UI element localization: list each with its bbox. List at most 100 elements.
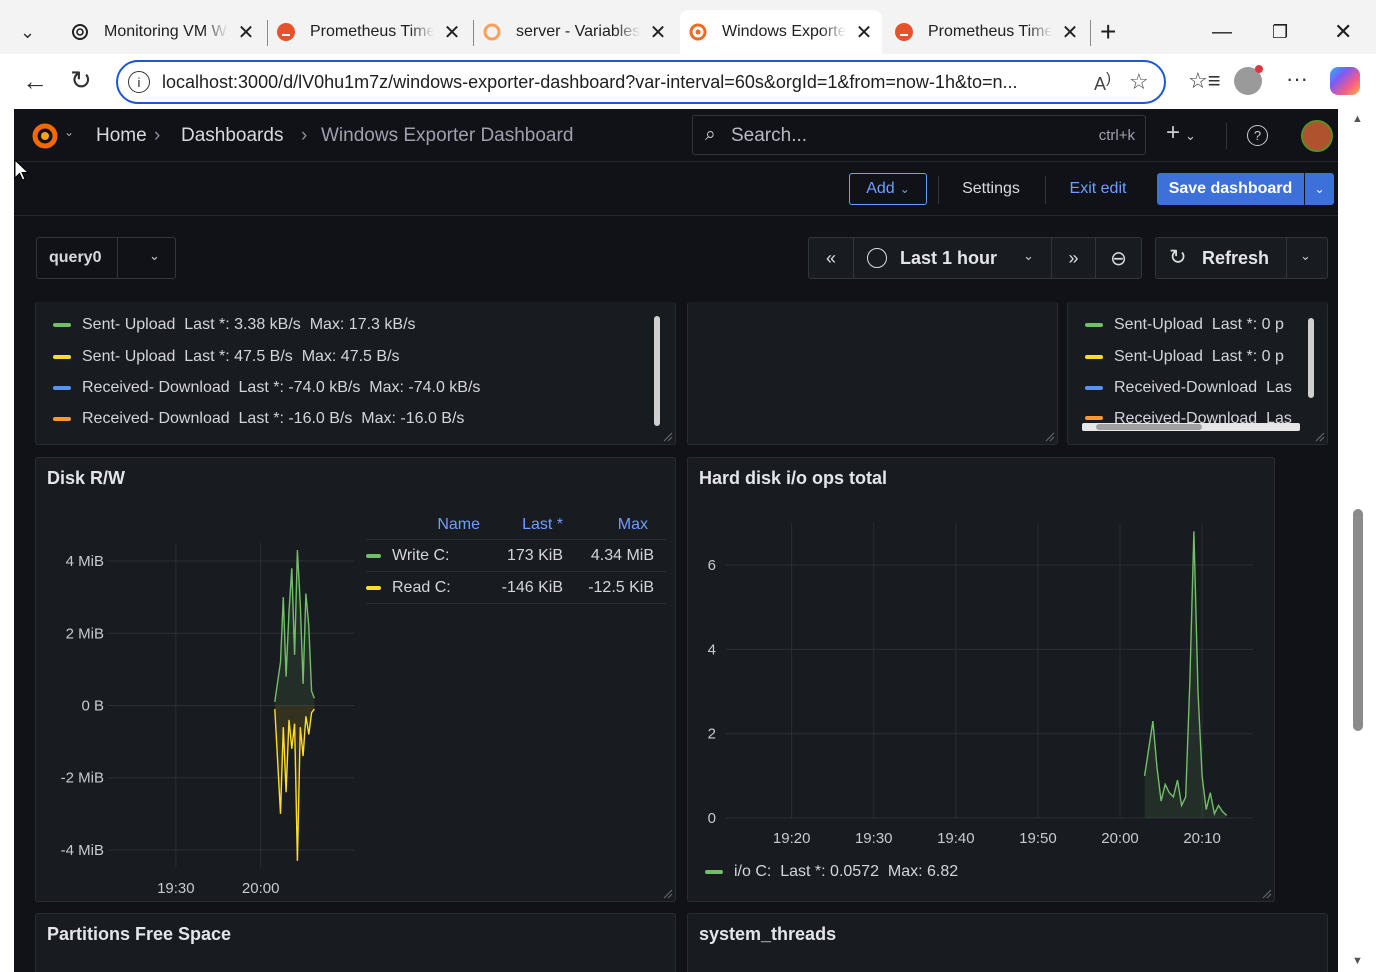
- legend-item[interactable]: Received-Download Las: [1085, 410, 1292, 424]
- profile-alert-dot: [1255, 65, 1263, 73]
- panel-resize-handle[interactable]: [661, 430, 673, 442]
- read-aloud-icon[interactable]: A): [1094, 70, 1111, 95]
- zoom-out-icon[interactable]: ⊖: [1096, 238, 1141, 278]
- minimize-icon: —: [1212, 20, 1232, 43]
- hdd-ops-panel: Hard disk i/o ops total 6 4 2 0 19:20 19:30 19…: [687, 457, 1275, 902]
- legend-item[interactable]: Sent- Upload Last *: 3.38 kB/s Max: 17.3…: [53, 316, 416, 334]
- time-forward-button[interactable]: »: [1051, 238, 1096, 278]
- time-back-button[interactable]: «: [809, 238, 854, 278]
- restore-button[interactable]: ❐: [1272, 10, 1288, 54]
- refresh-controls: ↻ Refresh ⌄: [1155, 237, 1328, 279]
- copilot-icon[interactable]: [1330, 67, 1360, 95]
- user-avatar[interactable]: [1301, 120, 1333, 152]
- breadcrumb-home[interactable]: Home: [96, 125, 147, 147]
- tab-monitoring-vm[interactable]: Monitoring VM Windows ✕: [70, 10, 256, 54]
- back-icon[interactable]: ←: [22, 66, 48, 97]
- panel-resize-handle[interactable]: [1043, 430, 1055, 442]
- col-header-max[interactable]: Max: [563, 516, 648, 534]
- new-tab-button[interactable]: +: [1100, 10, 1116, 54]
- save-options-button[interactable]: ⌄: [1305, 173, 1334, 205]
- x-tick-label: 20:00: [1101, 830, 1139, 847]
- save-dashboard-button[interactable]: Save dashboard: [1157, 173, 1304, 205]
- close-icon[interactable]: ✕: [854, 20, 874, 45]
- favorite-star-icon[interactable]: ☆: [1129, 69, 1149, 95]
- help-icon[interactable]: ?: [1247, 125, 1268, 146]
- page-scrollbar[interactable]: ▲ ▼: [1338, 109, 1374, 972]
- panel-title[interactable]: system_threads: [699, 924, 836, 945]
- legend-item[interactable]: Received- Download Last *: -74.0 kB/s Ma…: [53, 379, 480, 397]
- favorites-icon[interactable]: ☆≡: [1188, 68, 1221, 94]
- refresh-interval-dropdown[interactable]: ⌄: [1300, 248, 1311, 264]
- tab-server-variables[interactable]: server - Variables ✕: [482, 10, 668, 54]
- y-tick-label: 0: [708, 810, 716, 827]
- search-input[interactable]: ⌕ Search... ctrl+k: [692, 115, 1146, 155]
- legend-hscroll-thumb[interactable]: [1096, 424, 1202, 430]
- scroll-up-icon[interactable]: ▲: [1352, 113, 1363, 125]
- scroll-down-icon[interactable]: ▼: [1352, 955, 1363, 967]
- close-icon[interactable]: ✕: [648, 20, 668, 45]
- more-icon[interactable]: ···: [1286, 66, 1308, 92]
- legend-item[interactable]: i/o C: Last *: 0.0572 Max: 6.82: [705, 863, 958, 881]
- panel-title[interactable]: Disk R/W: [47, 468, 125, 489]
- close-icon[interactable]: ✕: [236, 20, 256, 45]
- system-threads-panel: system_threads: [687, 913, 1328, 972]
- mouse-cursor-icon: [14, 159, 30, 181]
- legend-item[interactable]: Received-Download Las: [1085, 379, 1292, 397]
- hdd-ops-chart[interactable]: 6 4 2 0 19:20 19:30 19:40 19:50 20:00 20:10: [688, 498, 1275, 858]
- tab-prometheus-2[interactable]: Prometheus Time Series ✕: [894, 10, 1080, 54]
- table-row[interactable]: Write C: 173 KiB 4.34 MiB: [366, 540, 666, 572]
- panel-title[interactable]: Partitions Free Space: [47, 924, 231, 945]
- tab-windows-exporter[interactable]: Windows Exporter Dashboard ✕: [680, 10, 882, 54]
- restore-icon: ❐: [1272, 21, 1289, 42]
- legend-scrollbar[interactable]: [654, 308, 662, 432]
- reload-icon[interactable]: ↻: [70, 65, 92, 96]
- panel-resize-handle[interactable]: [661, 887, 673, 899]
- legend-scroll-thumb[interactable]: [654, 316, 660, 426]
- tab-divider: [473, 20, 474, 46]
- legend-item[interactable]: Received- Download Last *: -16.0 B/s Max…: [53, 410, 464, 428]
- table-row[interactable]: Read C: -146 KiB -12.5 KiB: [366, 572, 666, 604]
- col-header-name[interactable]: Name: [366, 516, 480, 534]
- close-window-button[interactable]: ✕: [1334, 10, 1352, 54]
- panel-title[interactable]: Hard disk i/o ops total: [699, 468, 887, 489]
- close-icon[interactable]: ✕: [1060, 20, 1080, 45]
- exit-edit-button[interactable]: Exit edit: [1058, 173, 1138, 205]
- page-scroll-thumb[interactable]: [1353, 509, 1363, 731]
- tab-prometheus-1[interactable]: Prometheus Time Series ✕: [276, 10, 462, 54]
- time-range-picker[interactable]: Last 1 hour: [900, 248, 997, 269]
- minimize-button[interactable]: —: [1212, 10, 1232, 54]
- url-field[interactable]: i localhost:3000/d/lV0hu1m7z/windows-exp…: [116, 60, 1166, 104]
- x-tick-label: 19:40: [937, 830, 975, 847]
- legend-item[interactable]: Sent- Upload Last *: 47.5 B/s Max: 47.5 …: [53, 348, 400, 366]
- x-tick-label: 20:00: [242, 880, 280, 897]
- network-panel-middle: [687, 302, 1058, 445]
- prometheus-icon: [894, 22, 914, 42]
- network-panel-left: Sent- Upload Last *: 3.38 kB/s Max: 17.3…: [35, 302, 676, 445]
- action-divider: [1045, 176, 1046, 204]
- legend-swatch: [53, 417, 71, 421]
- panel-resize-handle[interactable]: [1260, 887, 1272, 899]
- disk-rw-chart[interactable]: 4 MiB 2 MiB 0 B -2 MiB -4 MiB 19:30 20:00: [36, 498, 366, 898]
- legend-vscrollbar[interactable]: [1308, 318, 1314, 398]
- panel-resize-handle[interactable]: [1313, 430, 1325, 442]
- grafana-icon: [482, 22, 502, 42]
- col-header-last[interactable]: Last *: [480, 516, 563, 534]
- settings-button[interactable]: Settings: [951, 173, 1031, 205]
- x-tick-label: 19:20: [773, 830, 811, 847]
- dashboard-action-bar: Add ⌄ Settings Exit edit Save dashboard ⌄: [14, 162, 1348, 216]
- plus-icon: +: [1100, 16, 1117, 47]
- legend-item[interactable]: Sent-Upload Last *: 0 p: [1085, 316, 1284, 334]
- legend-swatch: [1085, 416, 1103, 420]
- breadcrumb-dashboards[interactable]: Dashboards: [181, 125, 283, 147]
- new-menu-button[interactable]: + ⌄: [1166, 119, 1196, 147]
- legend-hscrollbar[interactable]: [1082, 423, 1300, 431]
- grafana-logo-icon[interactable]: [30, 121, 60, 151]
- close-icon[interactable]: ✕: [442, 20, 462, 45]
- refresh-button[interactable]: Refresh: [1202, 248, 1269, 269]
- tab-actions-button[interactable]: ⌄: [20, 10, 50, 54]
- query0-variable-select[interactable]: query0 ⌄: [36, 237, 176, 279]
- legend-item[interactable]: Sent-Upload Last *: 0 p: [1085, 348, 1284, 366]
- chevron-down-icon[interactable]: ⌄: [64, 125, 74, 139]
- site-info-icon[interactable]: i: [128, 71, 150, 93]
- add-button[interactable]: Add ⌄: [849, 173, 927, 205]
